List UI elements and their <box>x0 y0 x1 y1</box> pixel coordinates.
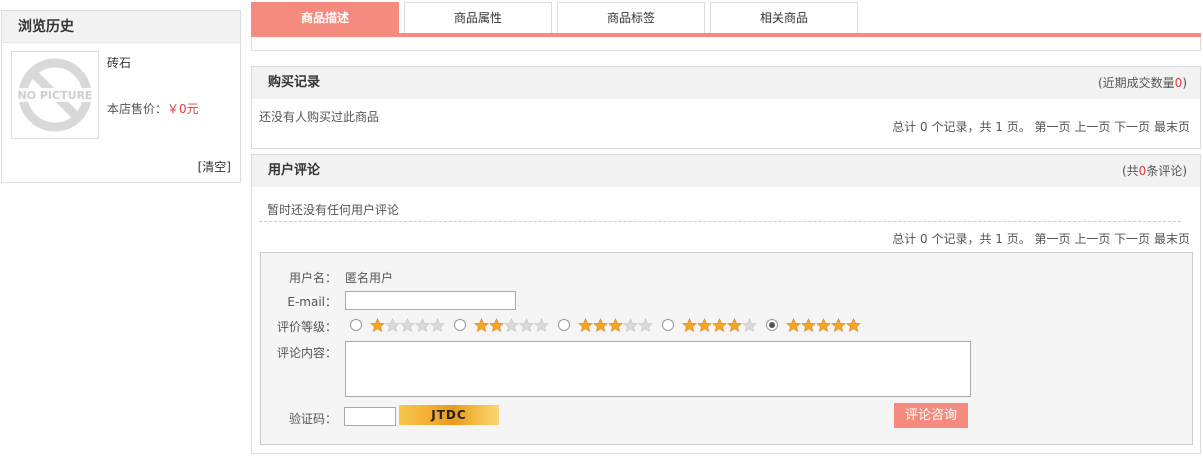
star-empty-icon <box>430 318 445 333</box>
star-empty-icon <box>504 318 519 333</box>
star-filled-icon <box>697 318 712 333</box>
comment-textarea[interactable] <box>345 341 971 397</box>
rating-radio-4[interactable] <box>662 319 674 331</box>
star-empty-icon <box>415 318 430 333</box>
star-filled-icon <box>712 318 727 333</box>
star-filled-icon <box>682 318 697 333</box>
rating-stars-1[interactable] <box>370 318 445 333</box>
star-empty-icon <box>534 318 549 333</box>
user-reviews-header: 用户评论 (共0条评论) <box>252 155 1200 187</box>
browse-history-box: 浏览历史 NO PICTURE 砖石 本店售价：￥0元 [清空] <box>1 10 241 183</box>
tab-related[interactable]: 相关商品 <box>710 2 858 33</box>
price-value: ￥0元 <box>167 102 199 116</box>
purchase-pager[interactable]: 总计 0 个记录，共 1 页。 第一页 上一页 下一页 最末页 <box>892 118 1190 135</box>
user-reviews-panel: 用户评论 (共0条评论) 暂时还没有任何用户评论 总计 0 个记录，共 1 页。… <box>251 154 1201 454</box>
browse-history-title: 浏览历史 <box>2 11 240 43</box>
star-filled-icon <box>816 318 831 333</box>
tab-attributes[interactable]: 商品属性 <box>404 2 552 33</box>
product-tabs: 商品描述 商品属性 商品标签 相关商品 <box>251 2 1201 37</box>
history-item-price: 本店售价：￥0元 <box>107 100 199 117</box>
star-filled-icon <box>578 318 593 333</box>
email-label: E-mail： <box>287 295 337 309</box>
star-filled-icon <box>801 318 816 333</box>
review-form: 用户名： 匿名用户 E-mail： 评价等级： 评论内容： 验证码： JTDC … <box>260 252 1193 445</box>
username-value: 匿名用户 <box>345 271 394 285</box>
user-reviews-title: 用户评论 <box>268 163 321 178</box>
review-count: (共0条评论) <box>1121 164 1187 178</box>
star-empty-icon <box>519 318 534 333</box>
star-empty-icon <box>638 318 653 333</box>
price-label: 本店售价： <box>107 102 168 116</box>
svg-text:NO PICTURE: NO PICTURE <box>17 89 92 102</box>
reviews-pager[interactable]: 总计 0 个记录，共 1 页。 第一页 上一页 下一页 最末页 <box>892 230 1190 247</box>
rating-radio-1[interactable] <box>350 319 362 331</box>
clear-history-link[interactable]: [清空] <box>198 158 231 175</box>
rating-radio-2[interactable] <box>454 319 466 331</box>
recent-sales-count: (近期成交数量0) <box>1097 76 1187 90</box>
tab-tags[interactable]: 商品标签 <box>557 2 705 33</box>
content-label: 评论内容： <box>276 346 337 360</box>
star-filled-icon <box>474 318 489 333</box>
reviews-empty-text: 暂时还没有任何用户评论 <box>267 203 400 217</box>
star-filled-icon <box>370 318 385 333</box>
history-item-name[interactable]: 砖石 <box>107 54 131 71</box>
divider <box>259 221 1181 222</box>
rating-radio-5[interactable] <box>766 319 778 331</box>
star-empty-icon <box>400 318 415 333</box>
purchase-records-title: 购买记录 <box>268 75 321 90</box>
purchase-records-panel: 购买记录 (近期成交数量0) 还没有人购买过此商品 总计 0 个记录，共 1 页… <box>251 66 1201 149</box>
no-picture-icon: NO PICTURE <box>14 58 96 132</box>
rating-stars-2[interactable] <box>474 318 549 333</box>
captcha-label: 验证码： <box>288 412 337 426</box>
star-filled-icon <box>831 318 846 333</box>
rating-radio-3[interactable] <box>558 319 570 331</box>
rating-label: 评价等级： <box>276 320 337 334</box>
username-label: 用户名： <box>288 271 337 285</box>
rating-stars-4[interactable] <box>682 318 757 333</box>
star-filled-icon <box>489 318 504 333</box>
submit-review-button[interactable]: 评论咨询 <box>894 403 968 428</box>
captcha-input[interactable] <box>344 407 396 426</box>
product-thumbnail[interactable]: NO PICTURE <box>11 51 99 139</box>
purchase-records-header: 购买记录 (近期成交数量0) <box>252 67 1200 99</box>
star-filled-icon <box>846 318 861 333</box>
star-empty-icon <box>623 318 638 333</box>
rating-stars-5[interactable] <box>786 318 861 333</box>
star-filled-icon <box>727 318 742 333</box>
star-empty-icon <box>385 318 400 333</box>
star-filled-icon <box>786 318 801 333</box>
rating-stars-3[interactable] <box>578 318 653 333</box>
star-filled-icon <box>593 318 608 333</box>
star-empty-icon <box>742 318 757 333</box>
tab-description[interactable]: 商品描述 <box>251 2 399 33</box>
star-filled-icon <box>608 318 623 333</box>
email-field[interactable] <box>345 291 516 310</box>
captcha-image[interactable]: JTDC <box>399 405 499 425</box>
tab-content <box>251 37 1201 51</box>
purchase-empty-text: 还没有人购买过此商品 <box>259 110 380 124</box>
